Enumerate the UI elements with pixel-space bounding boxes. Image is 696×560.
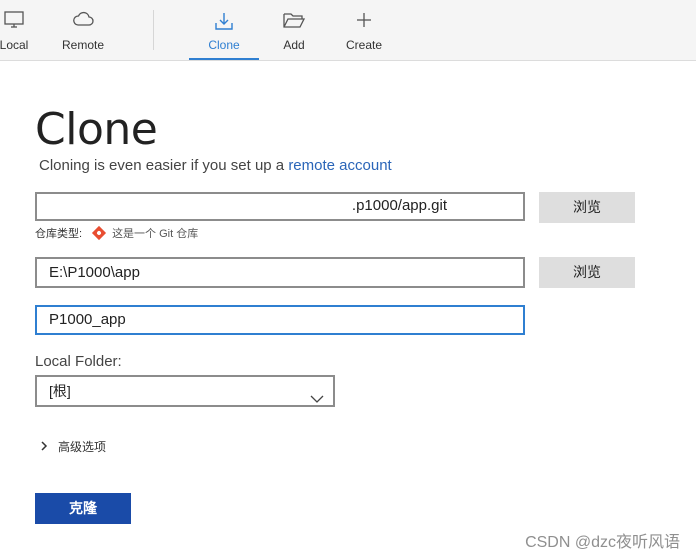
tab-create-label: Create [345, 38, 383, 52]
page-title: Clone [35, 104, 158, 155]
tab-clone-label: Clone [208, 38, 240, 52]
monitor-icon [4, 11, 24, 32]
subtitle: Cloning is even easier if you set up a r… [39, 157, 392, 174]
repo-name-input[interactable]: P1000_app [35, 305, 525, 335]
repo-type-value: 这是一个 Git 仓库 [112, 228, 199, 240]
tab-remote[interactable]: Remote [56, 0, 110, 60]
repo-type-info: 仓库类型: 这是一个 Git 仓库 [35, 225, 198, 241]
clone-button[interactable]: 克隆 [35, 493, 131, 524]
tab-clone[interactable]: Clone [189, 0, 259, 60]
local-folder-select[interactable]: [根] [35, 375, 335, 407]
destination-path-input[interactable]: E:\P1000\app [35, 257, 525, 288]
advanced-options-toggle[interactable]: 高级选项 [40, 438, 106, 455]
chevron-right-icon [40, 440, 48, 454]
tab-add[interactable]: Add [275, 0, 313, 60]
advanced-options-label: 高级选项 [58, 440, 107, 454]
browse-destination-button[interactable]: 浏览 [539, 257, 635, 288]
repo-type-label: 仓库类型: [35, 228, 83, 240]
cloud-icon [72, 11, 94, 30]
download-icon [214, 11, 234, 34]
tab-create[interactable]: Create [340, 0, 388, 60]
local-folder-value: [根] [49, 383, 71, 399]
toolbar-divider [153, 10, 154, 50]
plus-icon [355, 11, 373, 32]
subtitle-text: Cloning is even easier if you set up a [39, 157, 289, 174]
tab-local-label: Local [0, 38, 29, 52]
source-url-input[interactable]: .p1000/app.git [35, 192, 525, 221]
git-icon [91, 225, 107, 241]
toolbar: Local Remote Clone Add Create [0, 0, 696, 61]
chevron-down-icon [310, 385, 324, 413]
tab-remote-label: Remote [61, 38, 105, 52]
browse-source-button[interactable]: 浏览 [539, 192, 635, 223]
local-folder-label: Local Folder: [35, 353, 122, 370]
watermark: CSDN @dzc夜听风语 [525, 534, 680, 551]
folder-open-icon [283, 11, 306, 32]
tab-local[interactable]: Local [0, 0, 32, 60]
tab-add-label: Add [283, 38, 305, 52]
remote-account-link[interactable]: remote account [288, 157, 391, 174]
